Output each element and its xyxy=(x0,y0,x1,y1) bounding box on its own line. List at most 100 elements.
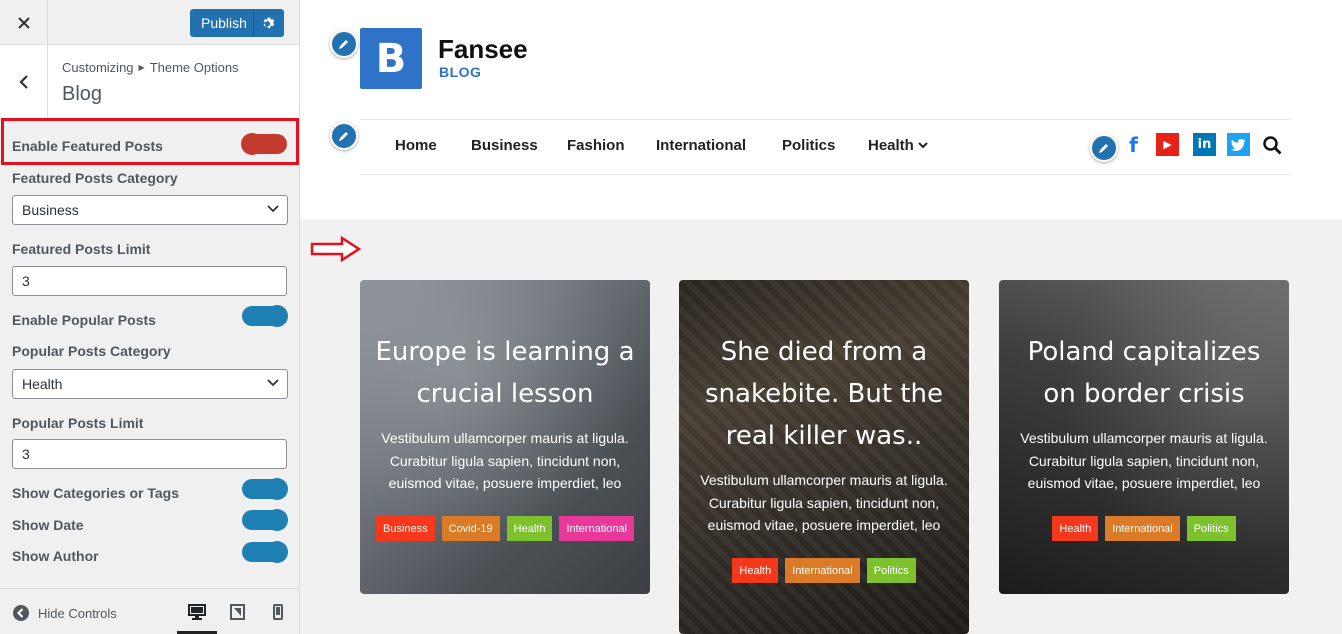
nav-health[interactable]: Health xyxy=(868,137,928,154)
tag-covid-19[interactable]: Covid-19 xyxy=(441,516,500,541)
desktop-preview-button[interactable] xyxy=(177,599,217,634)
logo-letter: B xyxy=(375,35,407,82)
site-tagline: BLOG xyxy=(439,64,482,80)
customizer-sidebar: Publish Customizing ▶ Theme Options Blog E… xyxy=(0,0,300,634)
nav-divider xyxy=(360,174,1290,175)
hide-controls-label: Hide Controls xyxy=(38,605,117,621)
publish-settings-button[interactable] xyxy=(253,9,283,37)
desktop-icon xyxy=(188,604,206,620)
youtube-icon[interactable]: ▶ xyxy=(1156,133,1179,156)
enable-featured-toggle[interactable] xyxy=(241,133,287,155)
mobile-preview-button[interactable] xyxy=(258,599,298,634)
popular-category-value: Health xyxy=(22,376,63,392)
tag-international[interactable]: International xyxy=(785,558,860,583)
linkedin-icon[interactable]: in xyxy=(1193,133,1216,156)
tag-politics[interactable]: Politics xyxy=(1186,516,1236,541)
search-button[interactable] xyxy=(1263,136,1282,160)
featured-limit-label: Featured Posts Limit xyxy=(12,241,151,257)
show-categories-label: Show Categories or Tags xyxy=(12,485,179,501)
twitter-icon[interactable] xyxy=(1227,133,1250,156)
card-tags: Business Covid-19 Health International xyxy=(360,516,650,541)
site-title[interactable]: Fansee xyxy=(438,34,528,65)
show-date-toggle[interactable] xyxy=(242,509,288,531)
back-button[interactable] xyxy=(0,45,48,118)
tag-health[interactable]: Health xyxy=(506,516,553,541)
nav-fashion[interactable]: Fashion xyxy=(567,137,625,154)
enable-popular-toggle[interactable] xyxy=(242,305,288,327)
customizer-header: Publish xyxy=(0,0,299,45)
hide-controls-button[interactable]: Hide Controls xyxy=(12,604,117,622)
pencil-icon xyxy=(339,40,348,49)
card-tags: Health International Politics xyxy=(679,558,969,583)
nav-politics[interactable]: Politics xyxy=(782,137,835,154)
featured-post-card[interactable]: Europe is learning a crucial lesson Vest… xyxy=(360,280,650,594)
toggle-knob xyxy=(266,541,288,563)
collapse-arrow-icon xyxy=(13,605,29,621)
close-customizer-button[interactable] xyxy=(0,0,48,45)
card-title[interactable]: Europe is learning a crucial lesson xyxy=(370,331,640,415)
featured-category-select[interactable]: Business xyxy=(12,195,288,225)
tablet-icon xyxy=(229,604,245,620)
breadcrumb-separator-icon: ▶ xyxy=(138,63,145,72)
tag-business[interactable]: Business xyxy=(375,516,435,541)
popular-category-select[interactable]: Health xyxy=(12,369,288,399)
pencil-icon xyxy=(339,132,348,141)
breadcrumb-root: Customizing xyxy=(62,60,134,75)
mobile-icon xyxy=(273,604,283,620)
gear-icon xyxy=(263,17,274,29)
tag-politics[interactable]: Politics xyxy=(866,558,916,583)
toggle-knob xyxy=(241,133,263,155)
breadcrumb-parent: Theme Options xyxy=(149,60,239,75)
show-date-label: Show Date xyxy=(12,517,84,533)
section-title: Blog xyxy=(62,83,103,105)
chevron-down-icon xyxy=(918,142,928,149)
section-header: Customizing ▶ Theme Options Blog xyxy=(0,45,299,119)
pencil-icon xyxy=(1099,144,1108,153)
popular-limit-input[interactable]: 3 xyxy=(12,439,287,469)
customizer-footer: Hide Controls xyxy=(0,588,299,634)
card-title[interactable]: She died from a snakebite. But the real … xyxy=(689,331,959,457)
tag-health[interactable]: Health xyxy=(732,558,779,583)
edit-social-shortcut[interactable] xyxy=(1090,134,1118,162)
toggle-knob xyxy=(266,305,288,327)
tag-international[interactable]: International xyxy=(559,516,634,541)
card-excerpt: Vestibulum ullamcorper mauris at ligula.… xyxy=(700,472,948,533)
featured-category-label: Featured Posts Category xyxy=(12,170,178,186)
nav-divider xyxy=(360,119,1290,120)
facebook-icon[interactable]: f xyxy=(1122,133,1145,157)
show-author-label: Show Author xyxy=(12,548,99,564)
chevron-down-icon xyxy=(267,205,279,213)
card-tags: Health International Politics xyxy=(999,516,1289,541)
popular-limit-label: Popular Posts Limit xyxy=(12,415,144,431)
edit-menu-shortcut[interactable] xyxy=(330,122,358,150)
enable-featured-label: Enable Featured Posts xyxy=(12,138,163,154)
show-categories-toggle[interactable] xyxy=(242,478,288,500)
featured-limit-input[interactable]: 3 xyxy=(12,266,287,296)
tag-health[interactable]: Health xyxy=(1052,516,1099,541)
show-author-toggle[interactable] xyxy=(242,541,288,563)
featured-post-card[interactable]: She died from a snakebite. But the real … xyxy=(679,280,969,634)
site-preview: B Fansee BLOG Home Business Fashion Inte… xyxy=(300,0,1342,634)
card-excerpt: Vestibulum ullamcorper mauris at ligula.… xyxy=(381,430,629,491)
featured-category-value: Business xyxy=(22,202,79,218)
nav-health-label: Health xyxy=(868,137,914,154)
close-icon xyxy=(17,16,30,29)
toggle-knob xyxy=(266,478,288,500)
breadcrumb: Customizing ▶ Theme Options xyxy=(62,60,239,75)
popular-category-label: Popular Posts Category xyxy=(12,343,171,359)
toggle-knob xyxy=(266,509,288,531)
featured-post-card[interactable]: Poland capitalizes on border crisis Vest… xyxy=(999,280,1289,594)
site-logo[interactable]: B xyxy=(360,28,422,89)
card-title[interactable]: Poland capitalizes on border crisis xyxy=(1009,331,1279,415)
chevron-down-icon xyxy=(267,379,279,387)
tag-international[interactable]: International xyxy=(1105,516,1180,541)
enable-popular-label: Enable Popular Posts xyxy=(12,312,156,328)
nav-business[interactable]: Business xyxy=(471,137,538,154)
publish-label: Publish xyxy=(201,15,247,31)
card-excerpt: Vestibulum ullamcorper mauris at ligula.… xyxy=(1020,430,1268,491)
nav-home[interactable]: Home xyxy=(395,137,437,154)
nav-international[interactable]: International xyxy=(656,137,746,154)
edit-logo-shortcut[interactable] xyxy=(330,30,358,58)
tablet-preview-button[interactable] xyxy=(217,599,257,634)
publish-button[interactable]: Publish xyxy=(190,9,284,37)
